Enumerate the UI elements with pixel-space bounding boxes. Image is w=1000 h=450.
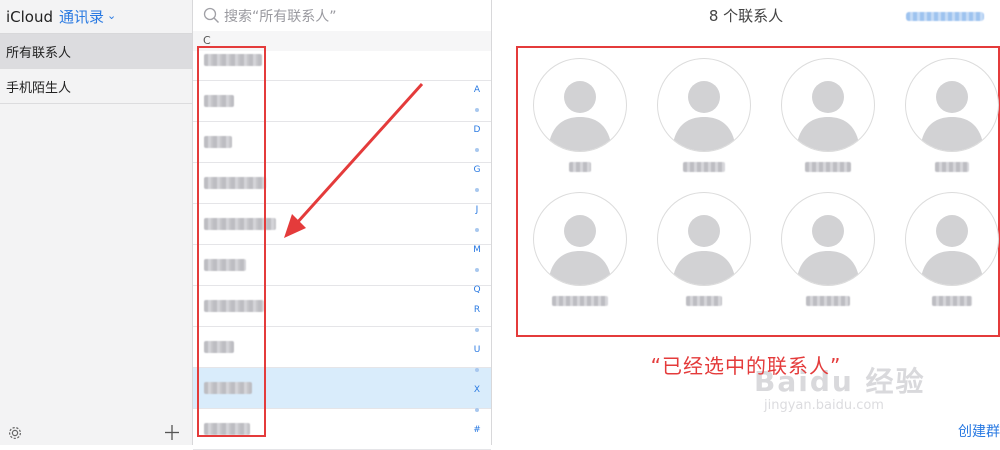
- contact-name-redacted: [204, 382, 252, 394]
- contact-name-redacted: [204, 177, 266, 189]
- contact-card[interactable]: [532, 58, 628, 172]
- contact-card[interactable]: [780, 192, 876, 306]
- contact-name-redacted: [204, 218, 276, 230]
- contact-card[interactable]: [532, 192, 628, 306]
- avatar-placeholder-icon: [905, 192, 999, 286]
- index-letter[interactable]: Q: [471, 280, 483, 300]
- index-dot: [471, 260, 483, 280]
- contact-row[interactable]: [193, 204, 491, 245]
- contact-name-redacted: [204, 95, 234, 107]
- contact-row[interactable]: [193, 40, 491, 81]
- avatar-placeholder-icon: [905, 58, 999, 152]
- card-name-redacted: [932, 296, 972, 306]
- index-letter[interactable]: M: [471, 240, 483, 260]
- app-header: iCloud 通讯录 ⌄: [0, 0, 192, 34]
- index-dot: [471, 140, 483, 160]
- index-letter[interactable]: R: [471, 300, 483, 320]
- avatar-placeholder-icon: [657, 58, 751, 152]
- index-dot: [471, 180, 483, 200]
- search-icon: [203, 7, 219, 23]
- contact-name-redacted: [204, 259, 246, 271]
- brand-label: iCloud: [6, 7, 54, 26]
- sidebar-footer: [0, 421, 192, 445]
- contacts-list-pane: 搜索“所有联系人” C A D G J M Q R U X #: [193, 0, 492, 450]
- index-dot: [471, 220, 483, 240]
- index-letter[interactable]: U: [471, 340, 483, 360]
- card-name-redacted: [552, 296, 608, 306]
- contact-row[interactable]: [193, 368, 491, 409]
- contact-name-redacted: [204, 341, 234, 353]
- watermark-url: jingyan.baidu.com: [764, 398, 884, 413]
- index-letter[interactable]: X: [471, 380, 483, 400]
- selected-contacts-grid: [516, 46, 1000, 337]
- plus-icon[interactable]: [164, 423, 180, 441]
- account-menu[interactable]: [906, 12, 984, 21]
- card-name-redacted: [686, 296, 722, 306]
- app-switcher[interactable]: 通讯录: [59, 6, 104, 27]
- search-bar[interactable]: 搜索“所有联系人”: [193, 0, 491, 31]
- index-letter[interactable]: J: [471, 200, 483, 220]
- card-name-redacted: [806, 296, 850, 306]
- avatar-placeholder-icon: [657, 192, 751, 286]
- avatar-placeholder-icon: [781, 58, 875, 152]
- contact-row[interactable]: [193, 409, 491, 450]
- search-input[interactable]: 搜索“所有联系人”: [224, 6, 337, 26]
- contact-row[interactable]: [193, 286, 491, 327]
- group-all-contacts[interactable]: 所有联系人: [0, 34, 192, 69]
- contact-card[interactable]: [656, 58, 752, 172]
- detail-pane: 8 个联系人 Baidu 经验 jingyan.baidu.com “已经选中的…: [492, 0, 1000, 445]
- index-dot: [471, 360, 483, 380]
- contact-name-redacted: [204, 136, 232, 148]
- contact-row[interactable]: [193, 327, 491, 368]
- contact-name-redacted: [204, 423, 250, 435]
- contacts-app: iCloud 通讯录 ⌄ 所有联系人 手机陌生人 搜索“所有联系人” C A D…: [0, 0, 1000, 450]
- chevron-down-icon[interactable]: ⌄: [107, 9, 116, 22]
- card-name-redacted: [935, 162, 969, 172]
- contact-card[interactable]: [904, 192, 1000, 306]
- create-group-link[interactable]: 创建群: [958, 421, 1000, 441]
- alpha-index[interactable]: A D G J M Q R U X #: [471, 80, 483, 440]
- index-dot: [471, 100, 483, 120]
- card-name-redacted: [683, 162, 725, 172]
- avatar-placeholder-icon: [781, 192, 875, 286]
- gear-icon[interactable]: [7, 425, 23, 441]
- group-label: 手机陌生人: [6, 80, 72, 96]
- group-phone-strangers[interactable]: 手机陌生人: [0, 69, 192, 104]
- contact-row[interactable]: [193, 122, 491, 163]
- contact-card[interactable]: [780, 58, 876, 172]
- index-letter[interactable]: G: [471, 160, 483, 180]
- avatar-placeholder-icon: [533, 58, 627, 152]
- group-label: 所有联系人: [6, 45, 72, 61]
- contact-card[interactable]: [656, 192, 752, 306]
- contact-rows: [193, 40, 491, 450]
- groups-sidebar: iCloud 通讯录 ⌄ 所有联系人 手机陌生人: [0, 0, 193, 445]
- contact-card[interactable]: [904, 58, 1000, 172]
- index-letter[interactable]: D: [471, 120, 483, 140]
- contact-row[interactable]: [193, 163, 491, 204]
- annotation-caption: “已经选中的联系人”: [650, 354, 842, 378]
- index-letter[interactable]: #: [471, 420, 483, 440]
- contact-name-redacted: [204, 300, 264, 312]
- card-name-redacted: [569, 162, 591, 172]
- avatar-placeholder-icon: [533, 192, 627, 286]
- index-dot: [471, 400, 483, 420]
- contact-row[interactable]: [193, 245, 491, 286]
- index-dot: [471, 320, 483, 340]
- contact-name-redacted: [204, 54, 262, 66]
- contact-row[interactable]: [193, 81, 491, 122]
- card-name-redacted: [805, 162, 851, 172]
- index-letter[interactable]: A: [471, 80, 483, 100]
